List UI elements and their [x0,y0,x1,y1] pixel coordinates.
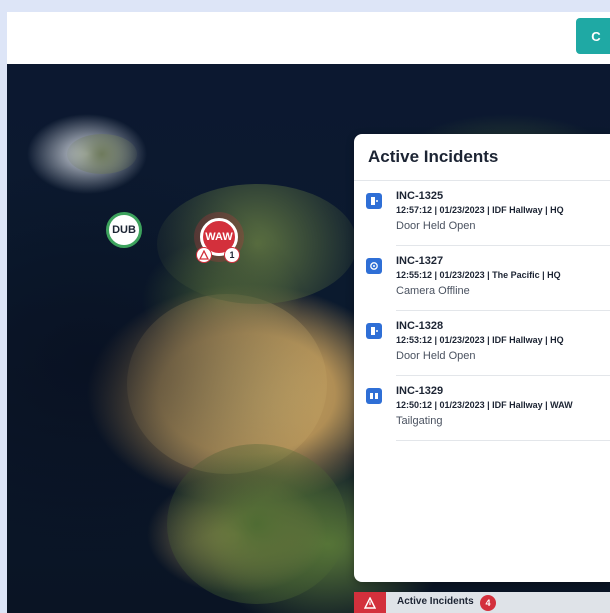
incident-meta: 12:57:12 | 01/23/2023 | IDF Hallway | HQ [396,205,564,215]
incident-type: Tailgating [396,415,443,427]
incident-item[interactable]: INC-1328 12:53:12 | 01/23/2023 | IDF Hal… [354,311,610,376]
incident-type: Camera Offline [396,285,470,297]
warning-triangle-icon [196,247,212,263]
app-window: C DUB WAW 1 Active Incidents INC-1325 12… [7,12,610,613]
panel-title: Active Incidents [368,147,499,166]
warning-triangle-icon [354,592,386,613]
incident-meta: 12:55:12 | 01/23/2023 | The Pacific | HQ [396,270,561,280]
active-incidents-tab[interactable]: Active Incidents 4 [354,592,610,613]
incident-meta: 12:53:12 | 01/23/2023 | IDF Hallway | HQ [396,335,564,345]
incident-item[interactable]: INC-1329 12:50:12 | 01/23/2023 | IDF Hal… [354,376,610,441]
incident-id: INC-1329 [396,385,444,397]
incident-id: INC-1328 [396,320,444,332]
top-action-button[interactable]: C [576,18,610,54]
incident-item[interactable]: INC-1325 12:57:12 | 01/23/2023 | IDF Hal… [354,181,610,246]
door-icon [366,193,382,209]
active-incidents-panel: Active Incidents INC-1325 12:57:12 | 01/… [354,134,610,582]
waw-alert-count: 1 [224,247,240,263]
incident-id: INC-1327 [396,255,444,267]
incident-id: INC-1325 [396,190,444,202]
active-incidents-count-badge: 4 [480,595,496,611]
active-incidents-tab-label: Active Incidents [397,596,474,607]
incident-item[interactable]: INC-1327 12:55:12 | 01/23/2023 | The Pac… [354,246,610,311]
camera-icon [366,258,382,274]
incident-type: Door Held Open [396,220,476,232]
incident-meta: 12:50:12 | 01/23/2023 | IDF Hallway | WA… [396,400,573,410]
tailgating-icon [366,388,382,404]
site-marker-dub[interactable]: DUB [106,212,142,248]
top-bar: C [7,12,610,64]
door-icon [366,323,382,339]
incident-type: Door Held Open [396,350,476,362]
panel-header: Active Incidents [354,134,610,181]
